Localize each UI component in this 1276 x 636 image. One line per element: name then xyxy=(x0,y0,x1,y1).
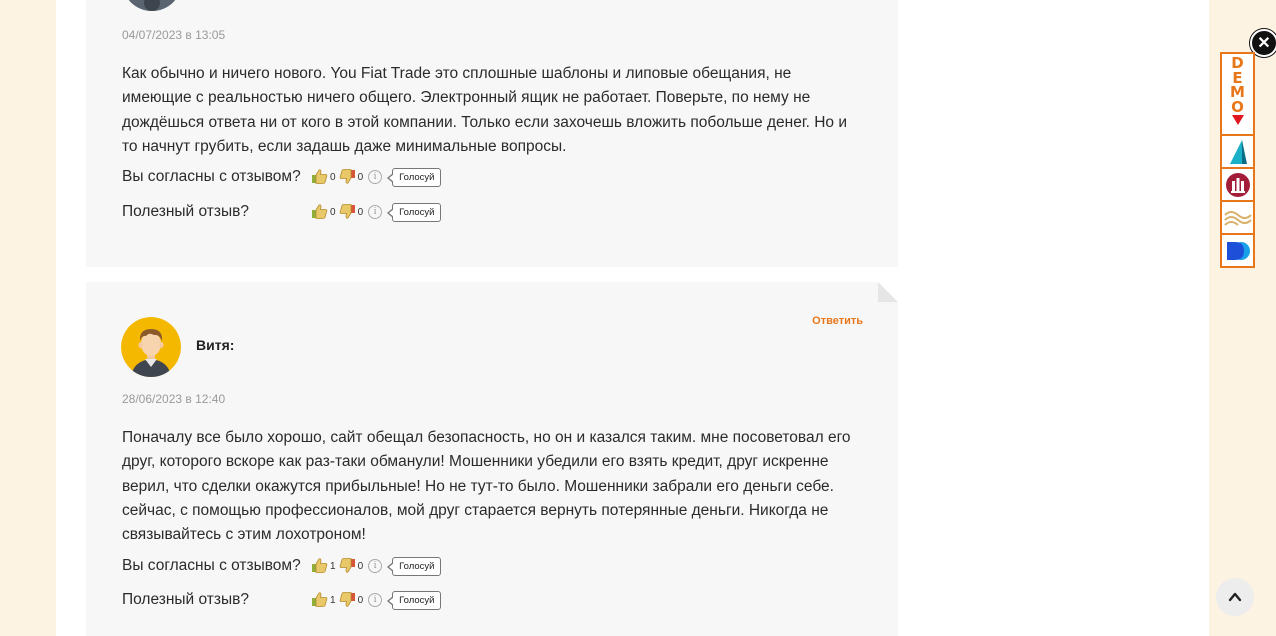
vote-button[interactable]: Голосуй xyxy=(387,202,442,222)
wave-logo-icon[interactable] xyxy=(1220,202,1255,235)
thumbs-down-icon[interactable] xyxy=(339,168,356,186)
info-icon[interactable]: i xyxy=(368,593,383,607)
useful-question: Полезный отзыв? xyxy=(122,203,249,220)
p-logo-icon[interactable] xyxy=(1220,235,1255,268)
thumbs-up-icon[interactable] xyxy=(311,557,328,575)
vote-button[interactable]: Голосуй xyxy=(387,590,442,610)
scroll-top-button[interactable] xyxy=(1216,578,1254,616)
up-count: 0 xyxy=(330,171,336,183)
agree-question: Вы согласны с отзывом? xyxy=(122,168,301,185)
agree-vote-row: Вы согласны с отзывом? 1 0 i Голосуй xyxy=(122,556,442,576)
agree-question: Вы согласны с отзывом? xyxy=(122,557,301,574)
up-count: 1 xyxy=(330,594,336,606)
corner-fold xyxy=(878,282,898,302)
agree-vote-row: Вы согласны с отзывом? 0 0 i Голосуй xyxy=(122,167,442,187)
up-count: 1 xyxy=(330,560,336,572)
comment-card: Витя: Ответить 28/06/2023 в 12:40 Понача… xyxy=(86,282,898,636)
broker-sidebar: DEMO xyxy=(1220,52,1255,268)
thumbs-down-icon[interactable] xyxy=(339,203,356,221)
useful-question: Полезный отзыв? xyxy=(122,591,249,608)
comment-text: Поначалу все было хорошо, сайт обещал бе… xyxy=(122,429,851,544)
sail-logo-icon[interactable] xyxy=(1220,136,1255,169)
down-count: 0 xyxy=(357,171,364,183)
thumbs-up-icon[interactable] xyxy=(311,168,328,186)
thumbs-down-icon[interactable] xyxy=(339,557,356,575)
thumbs-up-icon[interactable] xyxy=(311,591,328,609)
info-icon[interactable]: i xyxy=(368,205,383,219)
up-count: 0 xyxy=(330,206,336,218)
thumbs-up-icon[interactable] xyxy=(311,203,328,221)
comment-author: Витя: xyxy=(196,337,235,353)
useful-vote-row: Полезный отзыв? 0 0 i Голосуй xyxy=(122,202,442,222)
comment-text: Как обычно и ничего нового. You Fiat Tra… xyxy=(122,65,847,155)
thumbs-down-icon[interactable] xyxy=(339,591,356,609)
reply-link[interactable]: Ответить xyxy=(812,315,863,327)
building-logo-icon[interactable] xyxy=(1220,169,1255,202)
info-icon[interactable]: i xyxy=(368,559,383,573)
info-icon[interactable]: i xyxy=(368,170,383,184)
demo-label: DEMO xyxy=(1230,54,1245,116)
chevron-up-icon xyxy=(1228,592,1242,602)
vote-button[interactable]: Голосуй xyxy=(387,556,442,576)
down-count: 0 xyxy=(357,560,364,572)
avatar xyxy=(122,0,182,11)
comment-date: 28/06/2023 в 12:40 xyxy=(122,392,226,406)
down-count: 0 xyxy=(357,594,364,606)
avatar xyxy=(121,317,181,377)
comment-card: 04/07/2023 в 13:05 Как обычно и ничего н… xyxy=(86,0,898,267)
down-count: 0 xyxy=(357,206,364,218)
arrow-down-icon xyxy=(1231,115,1244,125)
vote-button[interactable]: Голосуй xyxy=(387,167,442,187)
comment-date: 04/07/2023 в 13:05 xyxy=(122,28,226,42)
useful-vote-row: Полезный отзыв? 1 0 i Голосуй xyxy=(122,590,442,610)
demo-tile[interactable]: DEMO xyxy=(1220,52,1255,136)
